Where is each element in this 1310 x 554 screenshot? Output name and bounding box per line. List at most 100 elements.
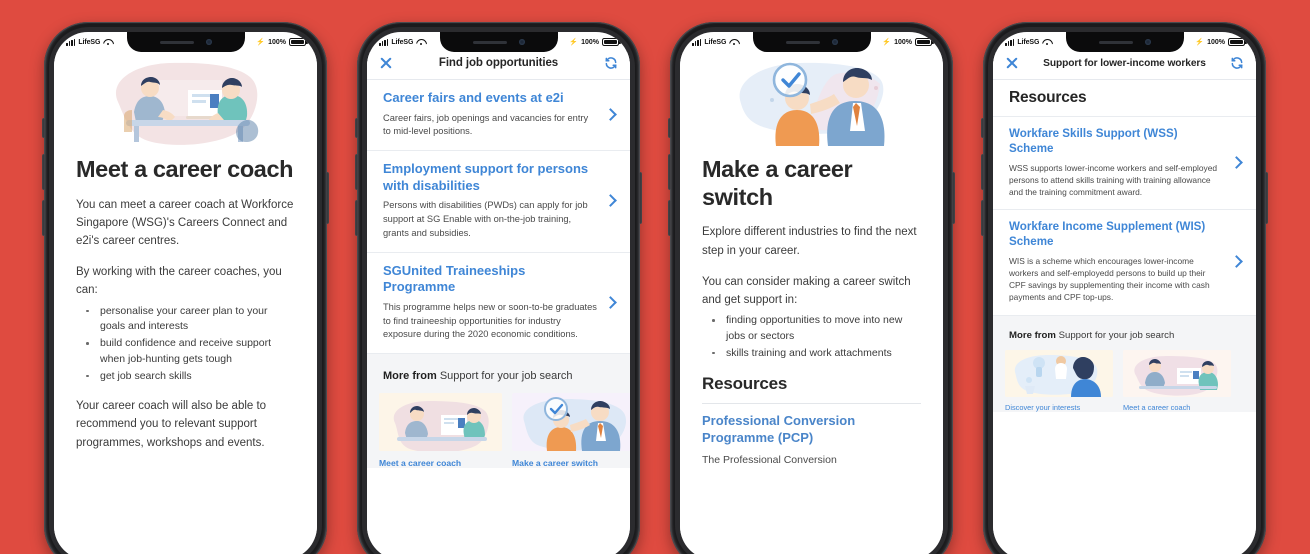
row-description: Career fairs, job openings and vacancies… xyxy=(383,112,589,137)
silent-switch[interactable] xyxy=(981,118,984,138)
refresh-icon[interactable] xyxy=(604,56,618,70)
charging-bolt-icon: ⚡ xyxy=(569,38,579,46)
phone-frame: LifeSG ⚡ 100% Support for lower-income w… xyxy=(981,22,1268,554)
table-row[interactable]: SGUnited Traineeships Programme This pro… xyxy=(367,253,630,355)
volume-down-button[interactable] xyxy=(42,200,45,236)
volume-up-button[interactable] xyxy=(42,154,45,190)
row-description: WIS is a scheme which encourages lower-i… xyxy=(1009,255,1210,303)
list-page: Support for lower-income workers Resourc… xyxy=(993,52,1256,554)
status-bar-right: ⚡ 100% xyxy=(882,38,934,46)
list-item[interactable]: Meet a career coach xyxy=(379,393,502,468)
power-button[interactable] xyxy=(1265,172,1268,224)
battery-icon xyxy=(289,38,308,46)
status-bar-right: ⚡ 100% xyxy=(569,38,621,46)
status-bar: LifeSG ⚡ 100% xyxy=(680,32,943,52)
carrier-label: LifeSG xyxy=(704,38,727,46)
more-from-cards: Meet a career coach Make a career switch xyxy=(379,393,630,468)
phone-screen: LifeSG ⚡ 100% xyxy=(54,32,317,554)
status-bar: LifeSG ⚡ 100% xyxy=(54,32,317,52)
volume-up-button[interactable] xyxy=(981,154,984,190)
silent-switch[interactable] xyxy=(668,118,671,138)
list-item: personalise your career plan to your goa… xyxy=(76,304,295,336)
wifi-icon xyxy=(416,39,425,46)
status-bar-left: LifeSG xyxy=(379,38,425,46)
status-bar-left: LifeSG xyxy=(692,38,738,46)
card-label: Discover your interests xyxy=(1005,402,1081,412)
card-thumbnail-desk-meeting xyxy=(379,393,502,452)
top-bar: Find job opportunities xyxy=(367,52,630,80)
row-description: Persons with disabilities (PWDs) can app… xyxy=(383,200,588,238)
more-from-prefix: More from xyxy=(383,370,437,383)
more-from-band: More from Support for your job search xyxy=(367,354,630,469)
bullets-lead-in: By working with the career coaches, you … xyxy=(76,266,282,297)
charging-bolt-icon: ⚡ xyxy=(1195,38,1205,46)
wifi-icon xyxy=(729,39,738,46)
carrier-label: LifeSG xyxy=(78,38,101,46)
power-button[interactable] xyxy=(952,172,955,224)
row-title: SGUnited Traineeships Programme xyxy=(383,262,526,295)
table-row[interactable]: Workfare Income Supplement (WIS) Scheme … xyxy=(993,210,1256,316)
resource-list: Workfare Skills Support (WSS) Scheme WSS… xyxy=(993,116,1256,316)
article-page: Meet a career coach You can meet a caree… xyxy=(54,52,317,554)
volume-up-button[interactable] xyxy=(668,154,671,190)
resource-link-pcp[interactable]: Professional Conversion Programme (PCP) xyxy=(702,413,921,447)
page-title: Make a career switch xyxy=(702,156,853,210)
chevron-right-icon xyxy=(604,108,617,121)
phone-screen: LifeSG ⚡ 100% Support for lower-income w… xyxy=(993,32,1256,554)
silent-switch[interactable] xyxy=(355,118,358,138)
phone-make-a-career-switch: LifeSG ⚡ 100% Make a career switch Explo… xyxy=(668,22,955,554)
power-button[interactable] xyxy=(639,172,642,224)
signal-strength-icon xyxy=(1005,38,1015,46)
list-item[interactable]: Discover your interests xyxy=(1005,349,1113,412)
phone-meet-a-career-coach: LifeSG ⚡ 100% Meet a career coach You ca… xyxy=(42,22,329,554)
table-row[interactable]: Employment support for persons with disa… xyxy=(367,151,630,253)
list-item[interactable]: Make a career switch xyxy=(512,393,630,468)
battery-icon xyxy=(602,38,621,46)
row-text: Employment support for persons with disa… xyxy=(383,161,598,241)
list-item[interactable]: Meet a career coach xyxy=(1123,349,1231,412)
signal-strength-icon xyxy=(66,38,76,46)
volume-up-button[interactable] xyxy=(355,154,358,190)
intro-paragraph: Explore different industries to find the… xyxy=(702,226,917,257)
top-bar-title: Find job opportunities xyxy=(438,57,559,69)
list-item: get job search skills xyxy=(76,369,295,385)
chevron-right-icon xyxy=(1230,255,1243,269)
row-description: WSS supports lower-income workers and se… xyxy=(1009,162,1218,198)
carrier-label: LifeSG xyxy=(391,38,414,46)
volume-down-button[interactable] xyxy=(355,200,358,236)
signal-strength-icon xyxy=(379,38,389,46)
table-row[interactable]: Career fairs and events at e2i Career fa… xyxy=(367,80,630,152)
power-button[interactable] xyxy=(326,172,329,224)
row-description: This programme helps new or soon-to-be g… xyxy=(383,301,597,340)
status-bar-right: ⚡ 100% xyxy=(256,38,308,46)
more-from-title: More from Support for your job search xyxy=(1005,330,1256,341)
close-icon[interactable] xyxy=(1005,56,1019,70)
silent-switch[interactable] xyxy=(42,118,45,138)
status-bar: LifeSG ⚡ 100% xyxy=(993,32,1256,52)
phone-find-job-opportunities: LifeSG ⚡ 100% Find job opportunities Car… xyxy=(355,22,642,554)
top-bar: Support for lower-income workers xyxy=(993,52,1256,80)
volume-down-button[interactable] xyxy=(981,200,984,236)
more-from-cards: Discover your interests Meet a career co… xyxy=(1005,349,1256,412)
refresh-icon[interactable] xyxy=(1230,56,1244,70)
support-list: finding opportunities to move into new j… xyxy=(702,313,921,361)
row-title: Workfare Income Supplement (WIS) Scheme xyxy=(1009,220,1206,249)
phone-screen: LifeSG ⚡ 100% xyxy=(680,32,943,554)
signal-strength-icon xyxy=(692,38,702,46)
row-text: SGUnited Traineeships Programme This pro… xyxy=(383,263,598,343)
closing-paragraph: Your career coach will also be able to r… xyxy=(76,400,267,449)
status-bar-left: LifeSG xyxy=(66,38,112,46)
phone-frame: LifeSG ⚡ 100% Find job opportunities Car… xyxy=(355,22,642,554)
hero-illustration-handshake-clock xyxy=(726,58,898,146)
more-from-band: More from Support for your job search xyxy=(993,315,1256,412)
table-row[interactable]: Workfare Skills Support (WSS) Scheme WSS… xyxy=(993,116,1256,211)
card-label: Meet a career coach xyxy=(379,458,462,469)
resource-description: The Professional Conversion xyxy=(702,454,837,467)
volume-down-button[interactable] xyxy=(668,200,671,236)
close-icon[interactable] xyxy=(379,56,393,70)
row-title: Employment support for persons with disa… xyxy=(383,161,589,193)
phone-support-for-lower-income-workers: LifeSG ⚡ 100% Support for lower-income w… xyxy=(981,22,1268,554)
intro-paragraph: You can meet a career coach at Workforce… xyxy=(76,198,294,248)
carrier-label: LifeSG xyxy=(1017,38,1040,46)
resources-section-header: Resources xyxy=(993,80,1256,107)
